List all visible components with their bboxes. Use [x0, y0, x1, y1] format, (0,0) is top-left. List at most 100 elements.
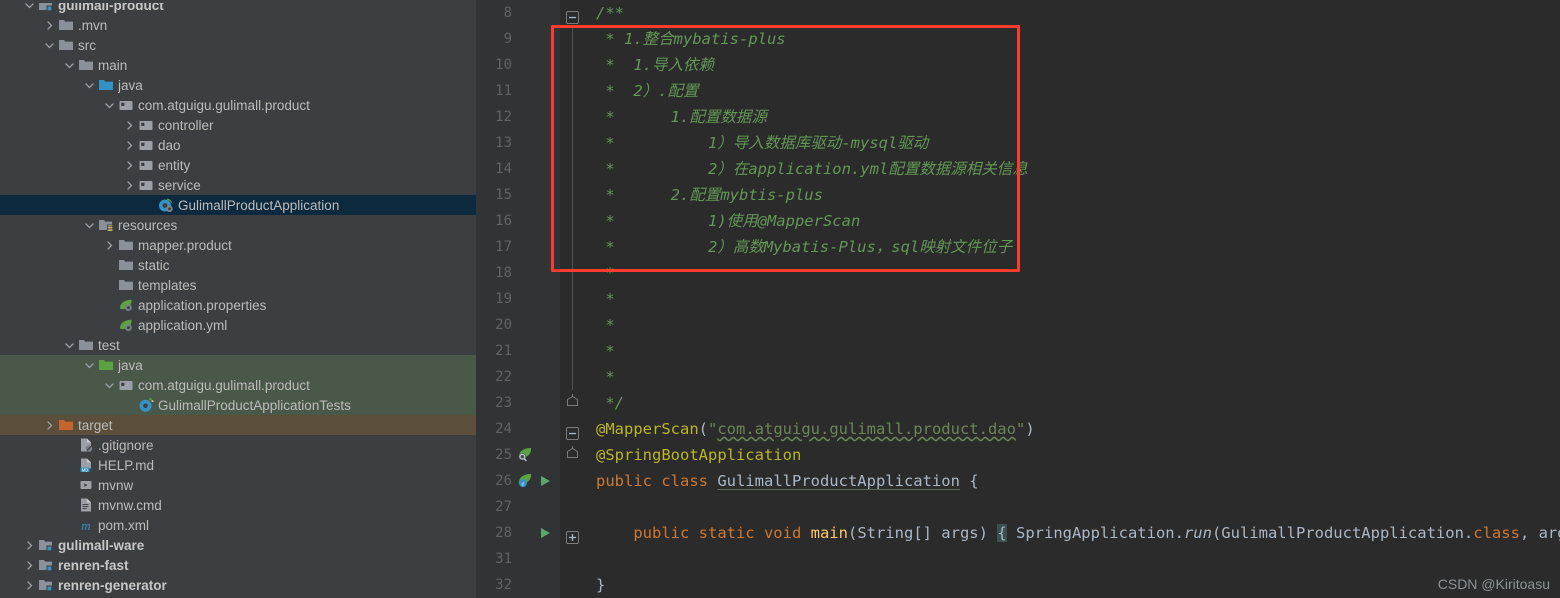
tree-item-application-yml[interactable]: application.yml: [0, 315, 476, 335]
tree-item-controller[interactable]: controller: [0, 115, 476, 135]
code-line-10[interactable]: * 1.导入依赖: [560, 52, 1560, 78]
gutter-line-31[interactable]: 31: [476, 546, 560, 572]
tree-item-gulimallproductapplicationtests[interactable]: GulimallProductApplicationTests: [0, 395, 476, 415]
chevron-right-icon[interactable]: [124, 120, 135, 131]
tree-item-src[interactable]: src: [0, 35, 476, 55]
code-line-22[interactable]: *: [560, 364, 1560, 390]
tree-item-entity[interactable]: entity: [0, 155, 476, 175]
tree-item-templates[interactable]: templates: [0, 275, 476, 295]
code-line-16[interactable]: * 1)使用@MapperScan: [560, 208, 1560, 234]
code-line-24[interactable]: @MapperScan("com.atguigu.gulimall.produc…: [560, 416, 1560, 442]
tree-item-application-properties[interactable]: application.properties: [0, 295, 476, 315]
code-line-11[interactable]: * 2）.配置: [560, 78, 1560, 104]
code-line-17[interactable]: * 2）高数Mybatis-Plus，sql映射文件位子: [560, 234, 1560, 260]
tree-item-target[interactable]: target: [0, 415, 476, 435]
tree-item-renren-generator[interactable]: renren-generator: [0, 575, 476, 595]
gutter-line-23[interactable]: 23: [476, 390, 560, 416]
gutter-line-12[interactable]: 12: [476, 104, 560, 130]
code-line-19[interactable]: *: [560, 286, 1560, 312]
editor-panel[interactable]: 8 9 10 11 12 13 14 15 16 17 18 19 20 21 22 23 24 25 26 e 27 2…: [476, 0, 1560, 598]
tree-item-com-atguigu-gulimall-product[interactable]: com.atguigu.gulimall.product: [0, 375, 476, 395]
gutter-line-24[interactable]: 24: [476, 416, 560, 442]
tree-item-help-md[interactable]: MD HELP.md: [0, 455, 476, 475]
chevron-right-icon[interactable]: [24, 560, 35, 571]
code-line-15[interactable]: * 2.配置mybtis-plus: [560, 182, 1560, 208]
code-line-32[interactable]: }: [560, 572, 1560, 598]
gutter-line-11[interactable]: 11: [476, 78, 560, 104]
tree-item-pom-xml[interactable]: m pom.xml: [0, 515, 476, 535]
code-line-20[interactable]: *: [560, 312, 1560, 338]
tree-item-java[interactable]: java: [0, 355, 476, 375]
gutter-line-22[interactable]: 22: [476, 364, 560, 390]
code-line-23[interactable]: */: [560, 390, 1560, 416]
tree-item-mvn[interactable]: .mvn: [0, 15, 476, 35]
code-line-13[interactable]: * 1）导入数据库驱动-mysql驱动: [560, 130, 1560, 156]
tree-item-gulimallproductapplication[interactable]: GulimallProductApplication: [0, 195, 476, 215]
gutter-line-8[interactable]: 8: [476, 0, 560, 26]
tree-item-dao[interactable]: dao: [0, 135, 476, 155]
tree-item-com-atguigu-gulimall-product[interactable]: com.atguigu.gulimall.product: [0, 95, 476, 115]
gutter-line-16[interactable]: 16: [476, 208, 560, 234]
code-line-9[interactable]: * 1.整合mybatis-plus: [560, 26, 1560, 52]
chevron-down-icon[interactable]: [104, 380, 115, 391]
code-line-26[interactable]: public class GulimallProductApplication …: [560, 468, 1560, 494]
chevron-right-icon[interactable]: [24, 540, 35, 551]
gutter-line-32[interactable]: 32: [476, 572, 560, 598]
chevron-down-icon[interactable]: [84, 220, 95, 231]
project-tree-panel[interactable]: gulimall-product .mvn src main java com.atgui…: [0, 0, 476, 598]
tree-item-test[interactable]: test: [0, 335, 476, 355]
code-line-21[interactable]: *: [560, 338, 1560, 364]
tree-item-resources[interactable]: resources: [0, 215, 476, 235]
gutter-line-15[interactable]: 15: [476, 182, 560, 208]
tree-item-main[interactable]: main: [0, 55, 476, 75]
tree-item-mvnw-cmd[interactable]: mvnw.cmd: [0, 495, 476, 515]
gutter-line-13[interactable]: 13: [476, 130, 560, 156]
fold-end-icon[interactable]: [566, 444, 579, 458]
spring-bean-icon[interactable]: e: [516, 471, 538, 491]
chevron-right-icon[interactable]: [124, 180, 135, 191]
gutter-line-10[interactable]: 10: [476, 52, 560, 78]
chevron-down-icon[interactable]: [64, 340, 75, 351]
fold-expand-icon[interactable]: [566, 526, 579, 544]
tree-item-mvnw[interactable]: mvnw: [0, 475, 476, 495]
fold-collapse-icon[interactable]: [566, 6, 579, 24]
code-line-18[interactable]: *: [560, 260, 1560, 286]
code-line-12[interactable]: * 1.配置数据源: [560, 104, 1560, 130]
chevron-down-icon[interactable]: [104, 100, 115, 111]
chevron-down-icon[interactable]: [64, 60, 75, 71]
run-arrow-icon[interactable]: [538, 471, 554, 491]
chevron-down-icon[interactable]: [84, 360, 95, 371]
gutter-line-20[interactable]: 20: [476, 312, 560, 338]
code-area[interactable]: /** * 1.整合mybatis-plus * 1.导入依赖 * 2）.配置 …: [560, 0, 1560, 598]
tree-item-mapper-product[interactable]: mapper.product: [0, 235, 476, 255]
gutter-line-18[interactable]: 18: [476, 260, 560, 286]
chevron-down-icon[interactable]: [44, 40, 55, 51]
gutter-line-28[interactable]: 28: [476, 520, 560, 546]
gutter-line-25[interactable]: 25: [476, 442, 560, 468]
chevron-right-icon[interactable]: [44, 20, 55, 31]
gutter-line-21[interactable]: 21: [476, 338, 560, 364]
tree-item-renren-fast[interactable]: renren-fast: [0, 555, 476, 575]
fold-collapse-icon[interactable]: [566, 422, 579, 440]
fold-end-icon[interactable]: [566, 392, 579, 406]
code-line-27[interactable]: [560, 494, 1560, 520]
gutter-line-19[interactable]: 19: [476, 286, 560, 312]
code-line-28[interactable]: public static void main(String[] args) {…: [560, 520, 1560, 546]
gutter-line-27[interactable]: 27: [476, 494, 560, 520]
chevron-right-icon[interactable]: [24, 580, 35, 591]
chevron-right-icon[interactable]: [124, 140, 135, 151]
code-line-25[interactable]: @SpringBootApplication: [560, 442, 1560, 468]
chevron-right-icon[interactable]: [124, 160, 135, 171]
spring-search-icon[interactable]: [516, 445, 538, 465]
editor-gutter[interactable]: 8 9 10 11 12 13 14 15 16 17 18 19 20 21 22 23 24 25 26 e 27 2…: [476, 0, 560, 598]
tree-item-service[interactable]: service: [0, 175, 476, 195]
gutter-line-14[interactable]: 14: [476, 156, 560, 182]
tree-item-static[interactable]: static: [0, 255, 476, 275]
code-line-14[interactable]: * 2）在application.yml配置数据源相关信息: [560, 156, 1560, 182]
gutter-line-9[interactable]: 9: [476, 26, 560, 52]
gutter-line-26[interactable]: 26 e: [476, 468, 560, 494]
code-line-31[interactable]: [560, 546, 1560, 572]
chevron-down-icon[interactable]: [84, 80, 95, 91]
code-line-8[interactable]: /**: [560, 0, 1560, 26]
tree-item-java[interactable]: java: [0, 75, 476, 95]
